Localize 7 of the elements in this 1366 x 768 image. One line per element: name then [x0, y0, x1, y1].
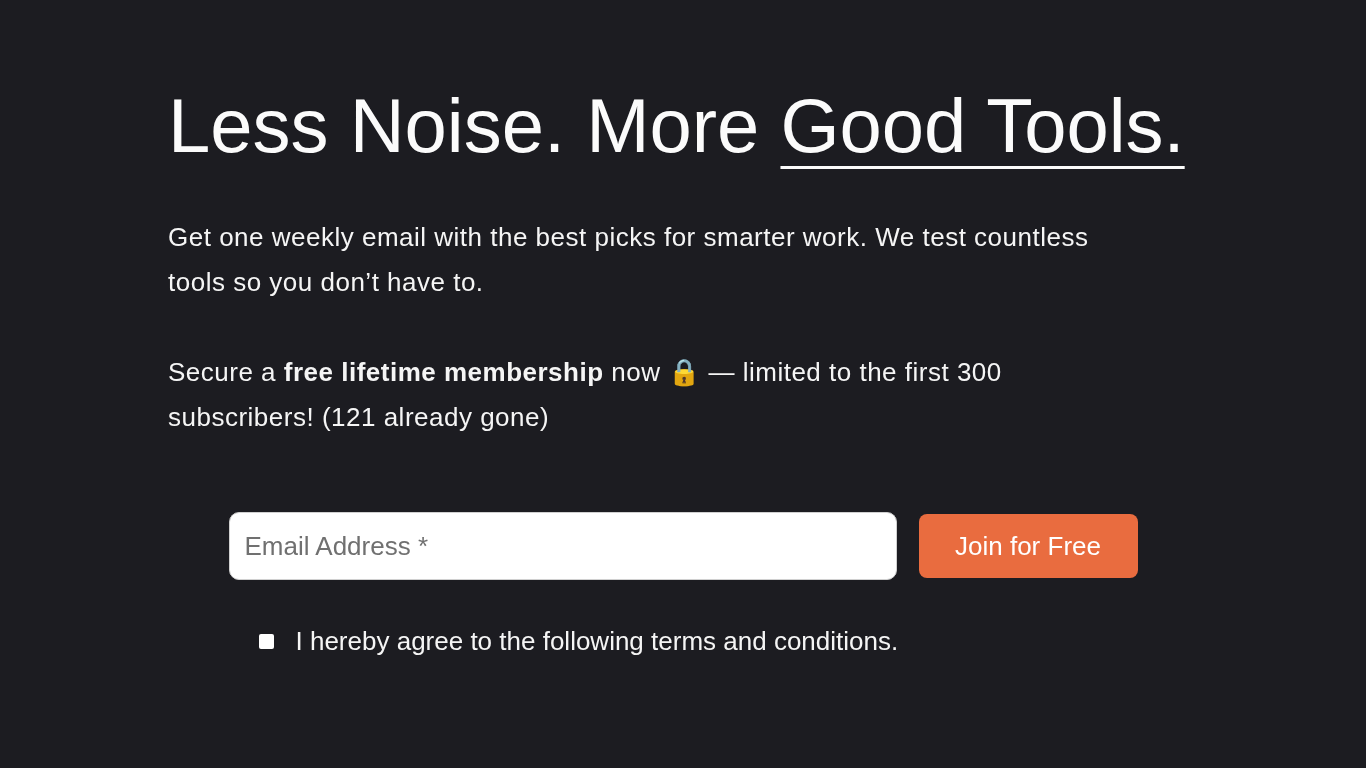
headline: Less Noise. More Good Tools.	[168, 82, 1186, 170]
checkbox[interactable]	[258, 634, 274, 649]
email-input-field[interactable]: Email Address *	[228, 512, 897, 580]
join-button[interactable]: Join for Free	[918, 514, 1138, 578]
intro-paragraph: Secure a free lifetime membership now 🔒 — limited to the first 300 subscribers! (121 already gone)	[168, 356, 1003, 434]
consent-label: I hereby agree to the following terms and conditions.	[295, 625, 899, 658]
intro-paragraph: Get one weekly email with the best picks for smarter work. We test countless tools so you don’t have to.	[168, 221, 1090, 299]
